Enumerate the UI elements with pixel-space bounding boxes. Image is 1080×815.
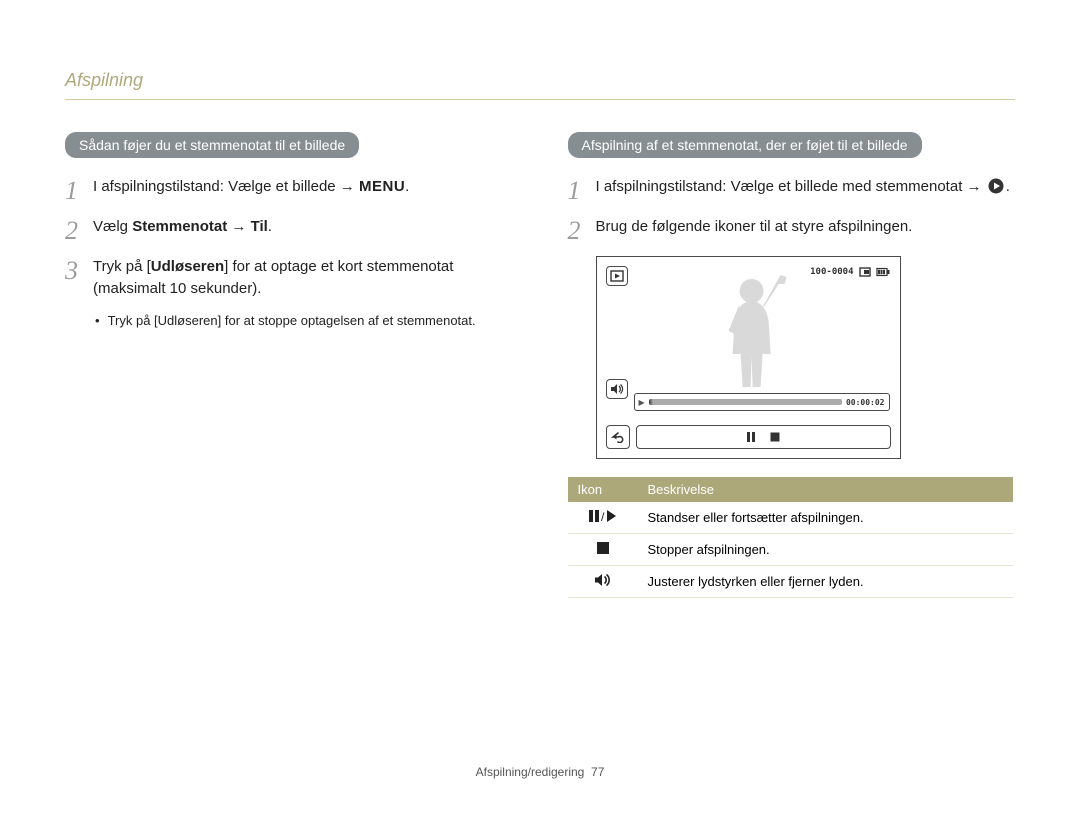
bullet-item: Tryk på [Udløseren] for at stoppe optage… — [93, 312, 513, 330]
volume-icon — [594, 573, 612, 587]
step3-prefix: Tryk på [ — [93, 258, 151, 275]
table-row: / Standser eller fortsætter afspilningen… — [568, 502, 1013, 534]
progress-time: 00:00:02 — [846, 398, 885, 407]
right-section-header: Afspilning af et stemmenotat, der er føj… — [568, 132, 922, 158]
step-number: 1 — [568, 176, 596, 204]
page-footer: Afspilning/redigering 77 — [0, 765, 1080, 779]
step-number: 1 — [65, 176, 93, 204]
table-row: Justerer lydstyrken eller fjerner lyden. — [568, 566, 1013, 598]
step1-prefix: I afspilningstilstand: Vælge et billede … — [93, 178, 359, 195]
step-text: I afspilningstilstand: Vælge et billede … — [93, 176, 409, 198]
step-number: 2 — [65, 216, 93, 244]
step-3-left: 3 Tryk på [Udløseren] for at optage et k… — [65, 256, 513, 300]
menu-label: MENU — [359, 178, 405, 195]
step-text: Vælg Stemmenotat → Til. — [93, 216, 272, 238]
bullet-suffix: ] for at stoppe optagelsen af et stemmen… — [218, 313, 476, 328]
table-row: Stopper afspilningen. — [568, 534, 1013, 566]
play-circle-icon — [988, 178, 1004, 194]
table-header-icon: Ikon — [568, 477, 638, 502]
table-desc-cell: Stopper afspilningen. — [638, 534, 1013, 566]
stop-icon — [769, 431, 781, 443]
title-rule — [65, 99, 1015, 100]
playback-mode-icon — [606, 266, 628, 286]
camera-screen-mock: 100-0004 — [596, 256, 901, 459]
step-number: 2 — [568, 216, 596, 244]
svg-text:/: / — [601, 510, 605, 523]
page-title: Afspilning — [65, 70, 1015, 91]
table-icon-cell: / — [568, 502, 638, 534]
top-right-indicators: 100-0004 — [810, 267, 889, 277]
back-button-icon — [606, 425, 630, 449]
pause-icon — [745, 431, 757, 443]
bullet-bold: Udløseren — [158, 313, 218, 328]
table-desc-cell: Justerer lydstyrken eller fjerner lyden. — [638, 566, 1013, 598]
table-desc-cell: Standser eller fortsætter afspilningen. — [638, 502, 1013, 534]
storage-icon — [859, 267, 871, 277]
person-silhouette-icon — [707, 269, 797, 387]
center-controls — [636, 425, 891, 449]
stop-icon — [596, 541, 610, 555]
table-icon-cell — [568, 534, 638, 566]
footer-section: Afspilning/redigering — [476, 765, 585, 779]
step2-bold2: Til — [251, 218, 268, 235]
footer-page-number: 77 — [591, 765, 604, 779]
progress-bar-row: ▶ 00:00:02 — [634, 393, 890, 411]
step2-bold: Stemmenotat — [132, 218, 227, 235]
step-text: Tryk på [Udløseren] for at optage et kor… — [93, 256, 513, 300]
bottom-controls — [606, 425, 891, 449]
step3-bold: Udløseren — [151, 258, 224, 275]
step2-prefix: Vælg — [93, 218, 132, 235]
battery-icon — [876, 267, 890, 277]
table-header-desc: Beskrivelse — [638, 477, 1013, 502]
bullet-prefix: Tryk på [ — [108, 313, 158, 328]
left-column: Sådan føjer du et stemmenotat til et bil… — [65, 132, 513, 598]
volume-icon — [606, 379, 628, 399]
image-counter: 100-0004 — [810, 267, 853, 277]
table-icon-cell — [568, 566, 638, 598]
step-1-right: 1 I afspilningstilstand: Vælge et billed… — [568, 176, 1016, 204]
step-text: I afspilningstilstand: Vælge et billede … — [596, 176, 1010, 198]
icon-description-table: Ikon Beskrivelse / Standser eller fortsæ… — [568, 477, 1013, 598]
step2-arrow: → — [227, 218, 250, 235]
bullet-block: Tryk på [Udløseren] for at stoppe optage… — [93, 312, 513, 330]
progress-track — [649, 399, 842, 405]
right-column: Afspilning af et stemmenotat, der er føj… — [568, 132, 1016, 598]
left-side-buttons — [606, 266, 628, 399]
left-section-header: Sådan føjer du et stemmenotat til et bil… — [65, 132, 359, 158]
columns: Sådan føjer du et stemmenotat til et bil… — [65, 132, 1015, 598]
step-1-left: 1 I afspilningstilstand: Vælge et billed… — [65, 176, 513, 204]
step1-right-text: I afspilningstilstand: Vælge et billede … — [596, 178, 986, 195]
pause-play-icon: / — [589, 509, 617, 523]
step-2-right: 2 Brug de følgende ikoner til at styre a… — [568, 216, 1016, 244]
progress-play-icon: ▶ — [639, 398, 645, 407]
step-2-left: 2 Vælg Stemmenotat → Til. — [65, 216, 513, 244]
step-text: Brug de følgende ikoner til at styre afs… — [596, 216, 913, 238]
step-number: 3 — [65, 256, 93, 284]
screen-image-area: 100-0004 — [601, 261, 896, 454]
